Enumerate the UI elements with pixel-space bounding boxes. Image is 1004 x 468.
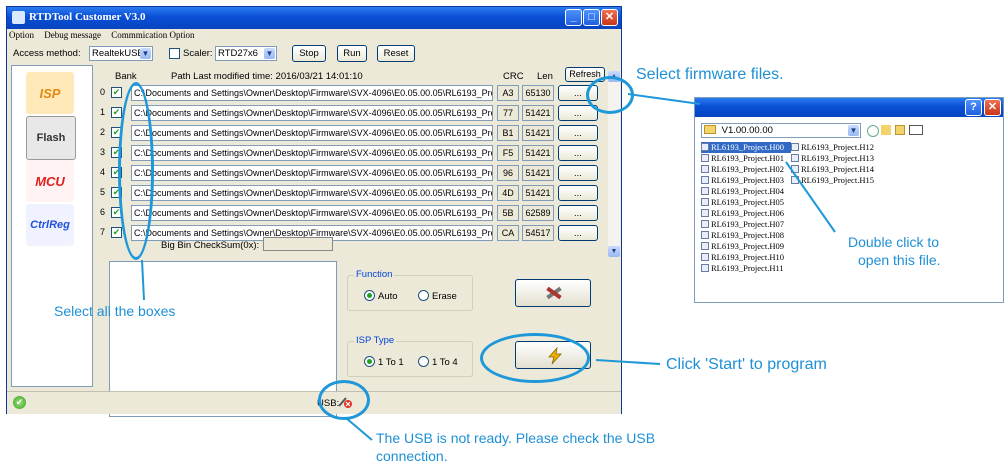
callout-double-click-1: Double click to <box>848 234 940 250</box>
callout-select-boxes: Select all the boxes <box>54 303 176 319</box>
callout-usb-note-2: connection. <box>376 448 448 464</box>
callout-double-click-2: open this file. <box>858 252 941 268</box>
callout-usb-note-1: The USB is not ready. Please check the U… <box>376 430 656 446</box>
callout-click-start: Click 'Start' to program <box>666 356 827 373</box>
callout-select-firmware: Select firmware files. <box>636 66 784 83</box>
